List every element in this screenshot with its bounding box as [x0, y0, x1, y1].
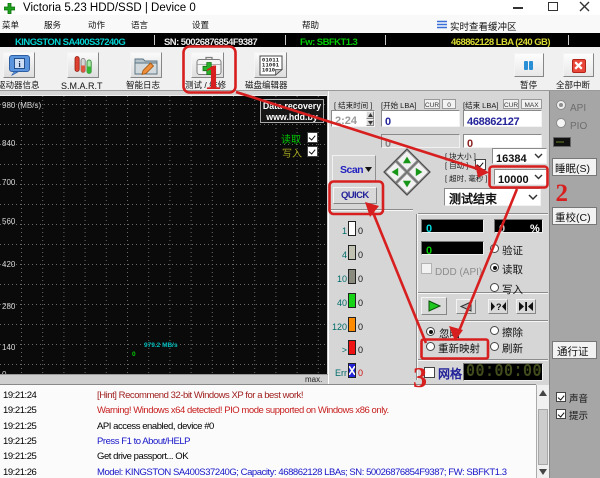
svg-text:?: ?: [496, 302, 502, 312]
svg-text:1010: 1010: [262, 68, 275, 74]
